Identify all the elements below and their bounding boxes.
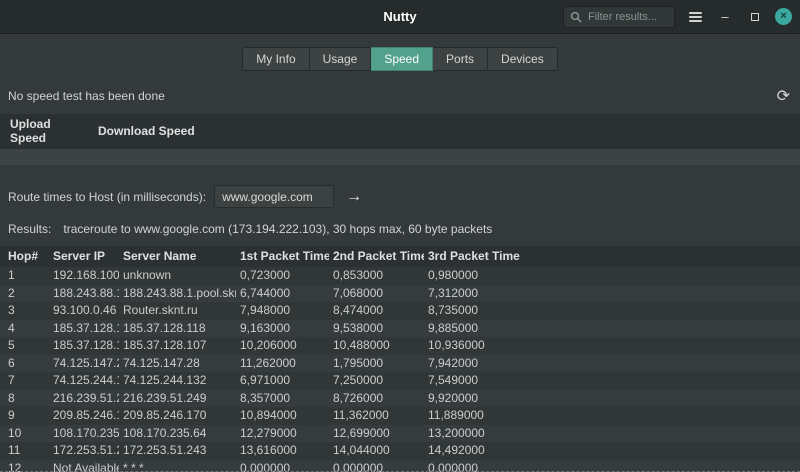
refresh-icon[interactable]: ⟳ [777,88,790,104]
table-row[interactable]: 11172.253.51.243172.253.51.24313,6160001… [0,442,800,460]
packet2-header: 2nd Packet Time [329,246,424,267]
headerbar-controls: – × [563,6,792,28]
trace-table-header: Hop# Server IP Server Name 1st Packet Ti… [0,246,800,267]
speed-table-header: Upload Speed Download Speed [0,114,800,149]
speed-empty-row [0,149,800,165]
packet1-header: 1st Packet Time [236,246,329,267]
table-row[interactable]: 2188.243.88.1188.243.88.1.pool.sknt.ru6,… [0,285,800,303]
close-button[interactable]: × [775,8,792,25]
table-row[interactable]: 774.125.244.13274.125.244.1326,9710007,2… [0,372,800,390]
results-row: Results: traceroute to www.google.com (1… [0,208,800,246]
trace-table: Hop# Server IP Server Name 1st Packet Ti… [0,246,800,472]
filter-search-field[interactable] [563,6,675,28]
maximize-button[interactable] [745,6,765,28]
maximize-icon [751,13,759,21]
table-row[interactable]: 393.100.0.46Router.sknt.ru7,9480008,4740… [0,302,800,320]
tab-usage[interactable]: Usage [310,47,372,71]
results-label: Results: [8,222,51,236]
headerbar: Nutty – × [0,0,800,34]
table-row[interactable]: 9209.85.246.170209.85.246.17010,89400011… [0,407,800,425]
speed-table-filler [208,114,800,149]
hamburger-icon [689,12,702,22]
table-row[interactable]: 12Not Available* * *0,0000000,0000000,00… [0,460,800,472]
tab-devices[interactable]: Devices [488,47,558,71]
route-row: Route times to Host (in milliseconds): → [0,165,800,208]
route-host-label: Route times to Host (in milliseconds): [8,190,206,204]
menu-button[interactable] [685,6,705,28]
packet3-header: 3rd Packet Time [424,246,800,267]
search-input[interactable] [588,11,668,23]
speed-status-row: No speed test has been done ⟳ [0,82,800,114]
host-input[interactable] [214,185,334,208]
tab-ports[interactable]: Ports [433,47,488,71]
tab-my-info[interactable]: My Info [242,47,309,71]
hop-header: Hop# [0,246,49,267]
table-row[interactable]: 10108.170.235.64108.170.235.6412,2790001… [0,425,800,443]
upload-speed-header: Upload Speed [0,114,88,149]
table-row[interactable]: 8216.239.51.249216.239.51.2498,3570008,7… [0,390,800,408]
minimize-button[interactable]: – [715,6,735,28]
tab-bar: My Info Usage Speed Ports Devices [0,34,800,82]
results-text: traceroute to www.google.com (173.194.22… [63,222,492,236]
server-ip-header: Server IP [49,246,119,267]
search-icon [570,11,582,23]
tab-speed[interactable]: Speed [371,47,433,71]
speed-status-text: No speed test has been done [8,89,165,103]
table-row[interactable]: 5185.37.128.107185.37.128.10710,20600010… [0,337,800,355]
trace-table-body: 1192.168.100.1unknown0,7230000,8530000,9… [0,267,800,472]
download-speed-header: Download Speed [88,114,208,149]
server-name-header: Server Name [119,246,236,267]
table-row[interactable]: 1192.168.100.1unknown0,7230000,8530000,9… [0,267,800,285]
speed-table: Upload Speed Download Speed [0,114,800,165]
table-row[interactable]: 674.125.147.2874.125.147.2811,2620001,79… [0,355,800,373]
table-row[interactable]: 4185.37.128.118185.37.128.1189,1630009,5… [0,320,800,338]
go-arrow-button[interactable]: → [342,189,366,205]
